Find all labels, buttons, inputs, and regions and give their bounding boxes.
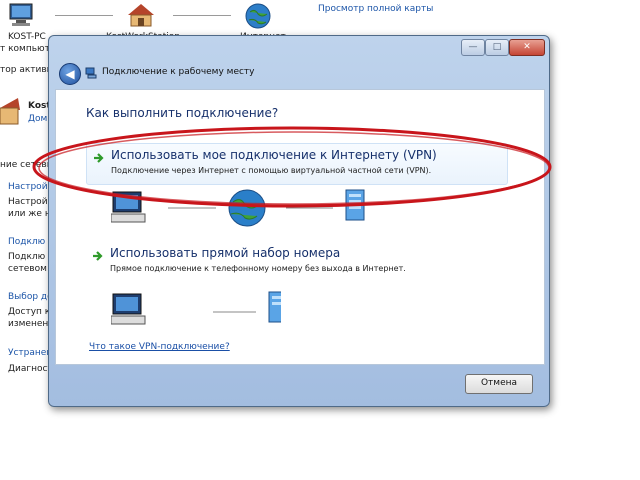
left-item-4-line: Диагност [8, 364, 53, 374]
maximize-button[interactable]: □ [485, 39, 509, 56]
vpn-option-title: Использовать мое подключение к Интернету… [111, 148, 437, 162]
left-item-2-line: сетевом [8, 264, 47, 274]
partial-text-computer: т компьют [0, 44, 50, 54]
connection-question: Как выполнить подключение? [86, 106, 279, 120]
dialup-diagram [111, 291, 281, 325]
dialog-titlebar[interactable]: — □ ✕ [49, 36, 549, 58]
minimize-button[interactable]: — [461, 39, 485, 56]
green-arrow-icon [94, 153, 104, 163]
left-item-2-title[interactable]: Подклю [8, 237, 45, 247]
dialog-header: ◀ Подключение к рабочему месту [55, 60, 543, 88]
vpn-option-description: Подключение через Интернет с помощью вир… [111, 166, 432, 175]
dialog-content: Как выполнить подключение? Использовать … [55, 89, 545, 365]
close-button[interactable]: ✕ [509, 39, 545, 56]
dialup-option-title: Использовать прямой набор номера [110, 246, 341, 260]
dialog-title: Подключение к рабочему месту [102, 67, 255, 77]
computer-icon [9, 3, 33, 26]
connect-to-workplace-dialog: — □ ✕ ◀ Подключение к рабочему месту Как… [48, 35, 550, 407]
left-item-1-title[interactable]: Настрой [8, 182, 48, 192]
globe-icon [228, 189, 266, 227]
left-item-3-line: изменен [8, 319, 49, 329]
vpn-diagram [111, 189, 365, 227]
computer-icon [111, 191, 146, 223]
left-item-3-line: Доступ к [8, 307, 51, 317]
left-item-1-line: Настрой [8, 197, 48, 207]
server-icon [345, 189, 365, 221]
dialup-option[interactable]: Использовать прямой набор номера Прямое … [86, 242, 506, 282]
green-arrow-icon [93, 251, 103, 261]
network-house-icon [0, 98, 20, 125]
left-item-4-title[interactable]: Устранен [8, 348, 52, 358]
house-icon [128, 4, 154, 27]
change-settings-heading: ние сетевы [0, 160, 54, 170]
network-type-link[interactable]: Дом [28, 114, 47, 124]
left-item-2-line: Подклю [8, 252, 46, 262]
left-item-3-title[interactable]: Выбор до [8, 292, 53, 302]
full-map-link[interactable]: Просмотр полной карты [318, 4, 433, 14]
dialog-footer: Отмена [55, 364, 543, 400]
vpn-option[interactable]: Использовать мое подключение к Интернету… [86, 143, 508, 185]
node-label-pc: KOST-PC [8, 32, 46, 42]
left-item-1-line: или же н [8, 209, 51, 219]
network-connection-icon [85, 67, 97, 79]
what-is-vpn-link[interactable]: Что такое VPN-подключение? [89, 342, 230, 352]
dialup-option-description: Прямое подключение к телефонному номеру … [110, 264, 406, 273]
computer-icon [111, 293, 146, 325]
globe-icon [245, 3, 271, 29]
cancel-button[interactable]: Отмена [465, 374, 533, 394]
back-arrow-icon[interactable]: ◀ [59, 63, 81, 85]
server-icon [268, 291, 281, 323]
